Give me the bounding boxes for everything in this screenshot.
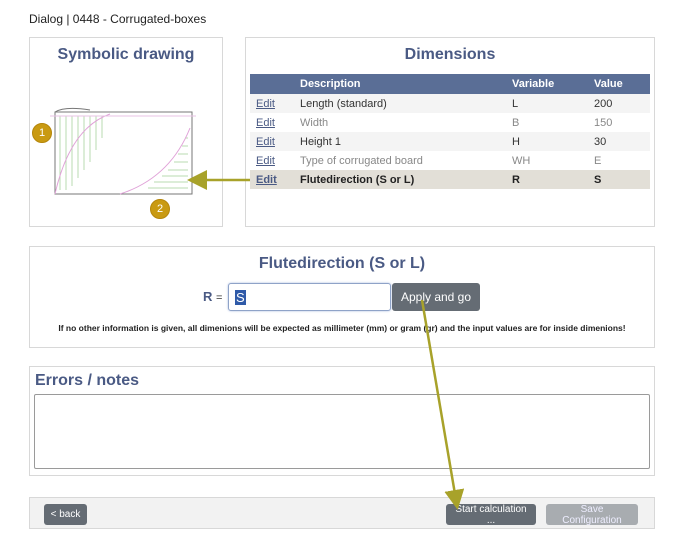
row-variable: B xyxy=(512,116,520,129)
box-drawing xyxy=(50,107,196,195)
table-row: Edit Type of corrugated board WH E xyxy=(250,151,650,170)
equals-sign: = xyxy=(216,292,223,304)
table-row: Edit Length (standard) L 200 xyxy=(250,94,650,113)
marker-2: 2 xyxy=(150,199,170,219)
errors-title: Errors / notes xyxy=(35,372,140,389)
column-header-edit xyxy=(250,74,294,94)
start-calculation-button[interactable]: Start calculation ... xyxy=(446,504,536,526)
dimensions-panel: Dimensions Description Variable Value Ed… xyxy=(245,37,655,227)
row-value: 150 xyxy=(594,116,613,129)
info-text: If no other information is given, all di… xyxy=(58,323,626,333)
edit-link-height[interactable]: Edit xyxy=(256,136,275,148)
dimensions-title: Dimensions xyxy=(404,46,496,63)
row-variable: H xyxy=(506,132,588,151)
edit-link-board-type[interactable]: Edit xyxy=(256,155,275,167)
row-description: Type of corrugated board xyxy=(300,154,423,167)
row-description: Height 1 xyxy=(294,132,506,151)
marker-1: 1 xyxy=(32,123,52,143)
row-description: Length (standard) xyxy=(294,94,506,113)
row-description: Width xyxy=(300,116,329,129)
input-panel: Flutedirection (S or L) R = S Apply and … xyxy=(29,246,655,348)
row-value: 30 xyxy=(588,132,650,151)
row-value: E xyxy=(594,154,602,167)
back-button[interactable]: < back xyxy=(44,504,87,525)
save-configuration-button[interactable]: Save Configuration xyxy=(546,504,638,526)
row-value: S xyxy=(588,170,650,189)
edit-link-length[interactable]: Edit xyxy=(256,98,275,110)
footer-bar: < back Start calculation ... Save Config… xyxy=(29,497,655,529)
row-variable: L xyxy=(506,94,588,113)
table-row: Edit Height 1 H 30 xyxy=(250,132,650,151)
row-variable: R xyxy=(506,170,588,189)
row-description: Flutedirection (S or L) xyxy=(294,170,506,189)
edit-link-width[interactable]: Edit xyxy=(256,117,275,129)
notes-textarea[interactable] xyxy=(34,394,650,469)
value-input-text: S xyxy=(235,289,246,305)
column-header-description: Description xyxy=(294,74,506,94)
errors-panel: Errors / notes xyxy=(29,366,655,476)
value-input[interactable]: S xyxy=(228,283,391,311)
row-value: 200 xyxy=(588,94,650,113)
edit-link-flutedirection[interactable]: Edit xyxy=(256,174,277,186)
apply-and-go-button[interactable]: Apply and go xyxy=(392,283,480,311)
table-row-selected: Edit Flutedirection (S or L) R S xyxy=(250,170,650,189)
table-header-row: Description Variable Value xyxy=(250,74,650,94)
table-row: Edit Width B 150 xyxy=(250,113,650,132)
row-variable: WH xyxy=(512,154,531,167)
variable-name: R xyxy=(203,289,213,304)
symbolic-drawing-panel: Symbolic drawing 1 2 xyxy=(29,37,223,227)
column-header-variable: Variable xyxy=(506,74,588,94)
dimensions-table: Description Variable Value Edit Length (… xyxy=(250,74,650,189)
dialog-title: Dialog | 0448 - Corrugated-boxes xyxy=(29,12,207,26)
symbolic-drawing-title: Symbolic drawing xyxy=(57,46,195,63)
column-header-value: Value xyxy=(588,74,650,94)
input-title: Flutedirection (S or L) xyxy=(258,255,426,272)
variable-label: R = xyxy=(203,289,222,304)
